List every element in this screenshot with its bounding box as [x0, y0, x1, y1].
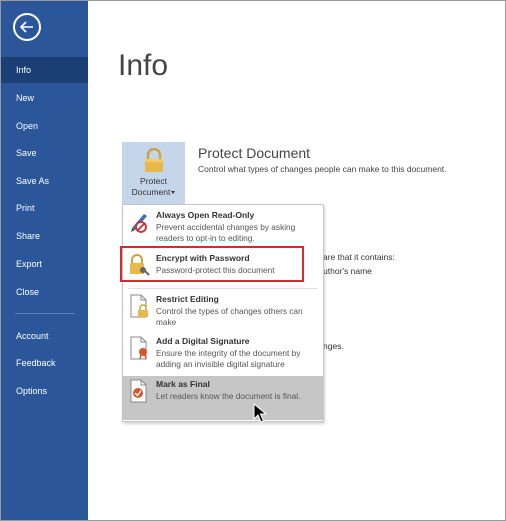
protect-document-menu: Always Open Read-Only Prevent accidental…	[122, 204, 324, 422]
menu-item-always-open-read-only[interactable]: Always Open Read-Only Prevent accidental…	[123, 207, 323, 249]
sidebar-item-account[interactable]: Account	[1, 323, 88, 349]
sidebar-item-info[interactable]: Info	[1, 57, 88, 83]
caret-down-icon	[171, 191, 176, 195]
sidebar-item-open[interactable]: Open	[1, 113, 88, 139]
page-title: Info	[118, 49, 169, 82]
section-description: Control what types of changes people can…	[198, 164, 447, 174]
menu-item-title: Always Open Read-Only	[156, 210, 255, 220]
sidebar-divider	[15, 313, 75, 314]
menu-item-restrict-editing[interactable]: Restrict Editing Control the types of ch…	[123, 291, 323, 332]
protect-document-label: Protect Document	[122, 176, 185, 198]
back-button[interactable]	[13, 13, 41, 41]
sidebar-item-save[interactable]: Save	[1, 140, 88, 166]
obscured-text: are that it contains:	[323, 252, 395, 262]
highlight-annotation	[120, 246, 304, 282]
back-arrow-icon	[19, 21, 33, 33]
protect-label-line2: Document	[131, 187, 171, 197]
menu-item-description: Ensure the integrity of the document by …	[156, 348, 301, 369]
menu-item-description: Control the types of changes others can …	[156, 306, 303, 327]
sidebar-item-save-as[interactable]: Save As	[1, 168, 88, 194]
menu-item-description: Prevent accidental changes by asking rea…	[156, 222, 296, 243]
sidebar-item-export[interactable]: Export	[1, 251, 88, 277]
lock-icon	[145, 148, 163, 172]
section-title: Protect Document	[198, 145, 311, 161]
sidebar-item-new[interactable]: New	[1, 85, 88, 111]
read-only-icon	[131, 214, 147, 233]
menu-item-title: Restrict Editing	[156, 294, 219, 304]
menu-separator	[128, 288, 318, 289]
protect-label-line1: Protect	[140, 176, 167, 186]
sidebar-item-share[interactable]: Share	[1, 223, 88, 249]
obscured-text: uthor's name	[323, 266, 372, 276]
restrict-editing-icon	[130, 294, 148, 318]
menu-item-mark-as-final[interactable]: Mark as Final Let readers know the docum…	[123, 376, 323, 420]
sidebar-item-options[interactable]: Options	[1, 378, 88, 404]
backstage-sidebar: Info New Open Save Save As Print Share E…	[1, 1, 88, 520]
menu-item-title: Add a Digital Signature	[156, 336, 250, 346]
menu-item-add-digital-signature[interactable]: Add a Digital Signature Ensure the integ…	[123, 333, 323, 375]
obscured-text: nges.	[323, 341, 344, 351]
menu-item-description: Let readers know the document is final.	[156, 391, 301, 401]
backstage-window: Info New Open Save Save As Print Share E…	[0, 0, 506, 521]
mouse-pointer-icon	[253, 403, 267, 423]
menu-item-title: Mark as Final	[156, 379, 210, 389]
mark-as-final-icon	[130, 379, 147, 403]
sidebar-item-feedback[interactable]: Feedback	[1, 350, 88, 376]
sidebar-item-print[interactable]: Print	[1, 195, 88, 221]
protect-document-button[interactable]: Protect Document	[122, 142, 185, 205]
digital-signature-icon	[130, 336, 147, 360]
sidebar-item-close[interactable]: Close	[1, 279, 88, 305]
